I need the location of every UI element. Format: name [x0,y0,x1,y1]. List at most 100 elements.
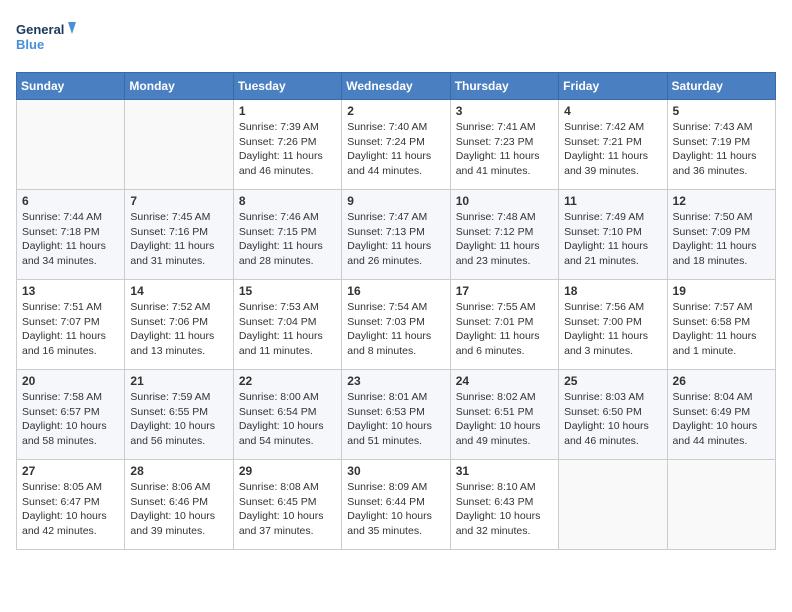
day-number: 29 [239,464,336,478]
weekday-header: Sunday [17,73,125,100]
day-info: Sunrise: 7:48 AM Sunset: 7:12 PM Dayligh… [456,210,553,269]
calendar-cell: 24Sunrise: 8:02 AM Sunset: 6:51 PM Dayli… [450,370,558,460]
day-number: 14 [130,284,227,298]
day-number: 27 [22,464,119,478]
calendar-cell: 17Sunrise: 7:55 AM Sunset: 7:01 PM Dayli… [450,280,558,370]
day-info: Sunrise: 7:59 AM Sunset: 6:55 PM Dayligh… [130,390,227,449]
calendar-table: SundayMondayTuesdayWednesdayThursdayFrid… [16,72,776,550]
day-info: Sunrise: 7:45 AM Sunset: 7:16 PM Dayligh… [130,210,227,269]
day-number: 5 [673,104,770,118]
calendar-week-row: 13 Sunrise: 7:51 AM Sunset: 7:07 PM Dayli… [17,280,776,370]
calendar-cell: 6 Sunrise: 7:44 AM Sunset: 7:18 PM Daylig… [17,190,125,280]
day-number: 21 [130,374,227,388]
day-info: Sunrise: 7:49 AM Sunset: 7:10 PM Dayligh… [564,210,661,269]
calendar-header-row: SundayMondayTuesdayWednesdayThursdayFrid… [17,73,776,100]
day-number: 9 [347,194,444,208]
day-info: Sunrise: 7:46 AM Sunset: 7:15 PM Dayligh… [239,210,336,269]
day-number: 15 [239,284,336,298]
calendar-cell: 30 Sunrise: 8:09 AM Sunset: 6:44 PM Dayli… [342,460,450,550]
calendar-cell [17,100,125,190]
day-number: 8 [239,194,336,208]
calendar-cell: 8 Sunrise: 7:46 AM Sunset: 7:15 PM Daylig… [233,190,341,280]
calendar-cell: 1 Sunrise: 7:39 AM Sunset: 7:26 PM Daylig… [233,100,341,190]
day-info: Sunrise: 7:57 AM Sunset: 6:58 PM Dayligh… [673,300,770,359]
calendar-cell: 7 Sunrise: 7:45 AM Sunset: 7:16 PM Daylig… [125,190,233,280]
calendar-cell [125,100,233,190]
weekday-header: Tuesday [233,73,341,100]
day-number: 10 [456,194,553,208]
weekday-header: Friday [559,73,667,100]
weekday-header: Thursday [450,73,558,100]
weekday-header: Wednesday [342,73,450,100]
calendar-cell: 18 Sunrise: 7:56 AM Sunset: 7:00 PM Dayli… [559,280,667,370]
calendar-cell: 28Sunrise: 8:06 AM Sunset: 6:46 PM Dayli… [125,460,233,550]
calendar-week-row: 20Sunrise: 7:58 AM Sunset: 6:57 PM Dayli… [17,370,776,460]
day-number: 7 [130,194,227,208]
calendar-cell: 21 Sunrise: 7:59 AM Sunset: 6:55 PM Dayli… [125,370,233,460]
calendar-cell: 9 Sunrise: 7:47 AM Sunset: 7:13 PM Daylig… [342,190,450,280]
weekday-header: Monday [125,73,233,100]
day-number: 18 [564,284,661,298]
day-info: Sunrise: 7:39 AM Sunset: 7:26 PM Dayligh… [239,120,336,179]
day-number: 16 [347,284,444,298]
calendar-cell: 29 Sunrise: 8:08 AM Sunset: 6:45 PM Dayli… [233,460,341,550]
calendar-week-row: 1 Sunrise: 7:39 AM Sunset: 7:26 PM Daylig… [17,100,776,190]
day-number: 1 [239,104,336,118]
calendar-cell: 20Sunrise: 7:58 AM Sunset: 6:57 PM Dayli… [17,370,125,460]
day-number: 23 [347,374,444,388]
calendar-cell [667,460,775,550]
day-number: 28 [130,464,227,478]
day-number: 30 [347,464,444,478]
page-header: General Blue [16,16,776,60]
day-number: 24 [456,374,553,388]
day-info: Sunrise: 7:51 AM Sunset: 7:07 PM Dayligh… [22,300,119,359]
logo: General Blue [16,16,76,60]
day-info: Sunrise: 7:56 AM Sunset: 7:00 PM Dayligh… [564,300,661,359]
day-number: 22 [239,374,336,388]
calendar-cell: 11 Sunrise: 7:49 AM Sunset: 7:10 PM Dayli… [559,190,667,280]
day-number: 4 [564,104,661,118]
calendar-week-row: 27 Sunrise: 8:05 AM Sunset: 6:47 PM Dayli… [17,460,776,550]
calendar-week-row: 6 Sunrise: 7:44 AM Sunset: 7:18 PM Daylig… [17,190,776,280]
calendar-cell: 4 Sunrise: 7:42 AM Sunset: 7:21 PM Daylig… [559,100,667,190]
weekday-header: Saturday [667,73,775,100]
day-info: Sunrise: 8:03 AM Sunset: 6:50 PM Dayligh… [564,390,661,449]
day-info: Sunrise: 7:55 AM Sunset: 7:01 PM Dayligh… [456,300,553,359]
calendar-cell: 5 Sunrise: 7:43 AM Sunset: 7:19 PM Daylig… [667,100,775,190]
day-number: 19 [673,284,770,298]
day-number: 26 [673,374,770,388]
calendar-cell: 15 Sunrise: 7:53 AM Sunset: 7:04 PM Dayli… [233,280,341,370]
calendar-cell [559,460,667,550]
day-number: 31 [456,464,553,478]
day-info: Sunrise: 8:04 AM Sunset: 6:49 PM Dayligh… [673,390,770,449]
day-info: Sunrise: 7:42 AM Sunset: 7:21 PM Dayligh… [564,120,661,179]
day-info: Sunrise: 8:01 AM Sunset: 6:53 PM Dayligh… [347,390,444,449]
day-number: 11 [564,194,661,208]
calendar-cell: 31 Sunrise: 8:10 AM Sunset: 6:43 PM Dayli… [450,460,558,550]
calendar-cell: 22 Sunrise: 8:00 AM Sunset: 6:54 PM Dayli… [233,370,341,460]
day-info: Sunrise: 7:58 AM Sunset: 6:57 PM Dayligh… [22,390,119,449]
day-info: Sunrise: 8:00 AM Sunset: 6:54 PM Dayligh… [239,390,336,449]
calendar-cell: 12Sunrise: 7:50 AM Sunset: 7:09 PM Dayli… [667,190,775,280]
day-info: Sunrise: 7:47 AM Sunset: 7:13 PM Dayligh… [347,210,444,269]
calendar-cell: 14Sunrise: 7:52 AM Sunset: 7:06 PM Dayli… [125,280,233,370]
day-info: Sunrise: 7:41 AM Sunset: 7:23 PM Dayligh… [456,120,553,179]
calendar-cell: 2Sunrise: 7:40 AM Sunset: 7:24 PM Daylig… [342,100,450,190]
day-info: Sunrise: 7:53 AM Sunset: 7:04 PM Dayligh… [239,300,336,359]
day-info: Sunrise: 7:43 AM Sunset: 7:19 PM Dayligh… [673,120,770,179]
day-info: Sunrise: 8:09 AM Sunset: 6:44 PM Dayligh… [347,480,444,539]
day-number: 13 [22,284,119,298]
day-number: 25 [564,374,661,388]
day-number: 12 [673,194,770,208]
day-info: Sunrise: 8:05 AM Sunset: 6:47 PM Dayligh… [22,480,119,539]
day-info: Sunrise: 8:10 AM Sunset: 6:43 PM Dayligh… [456,480,553,539]
calendar-cell: 13 Sunrise: 7:51 AM Sunset: 7:07 PM Dayli… [17,280,125,370]
day-info: Sunrise: 8:08 AM Sunset: 6:45 PM Dayligh… [239,480,336,539]
day-number: 3 [456,104,553,118]
logo-svg: General Blue [16,16,76,60]
calendar-cell: 27 Sunrise: 8:05 AM Sunset: 6:47 PM Dayli… [17,460,125,550]
day-number: 6 [22,194,119,208]
day-info: Sunrise: 7:44 AM Sunset: 7:18 PM Dayligh… [22,210,119,269]
day-info: Sunrise: 7:54 AM Sunset: 7:03 PM Dayligh… [347,300,444,359]
calendar-cell: 25 Sunrise: 8:03 AM Sunset: 6:50 PM Dayli… [559,370,667,460]
